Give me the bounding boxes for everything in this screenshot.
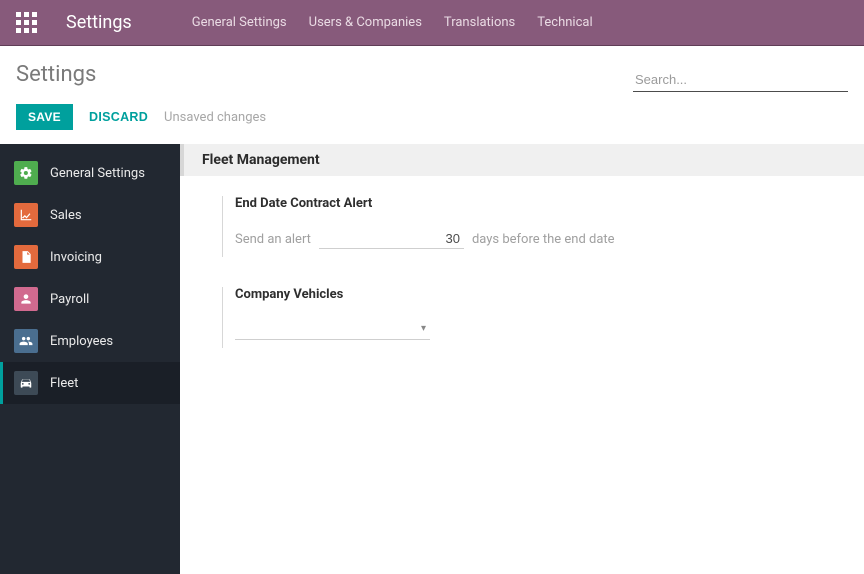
sidebar-item-label: General Settings <box>50 166 145 181</box>
alert-prefix-text: Send an alert <box>235 232 311 247</box>
title-bar: Settings <box>0 46 864 100</box>
invoice-icon <box>14 245 38 269</box>
alert-suffix-text: days before the end date <box>472 232 615 247</box>
sidebar-item-label: Payroll <box>50 292 89 307</box>
discard-button[interactable]: DISCARD <box>89 110 148 124</box>
sidebar-item-label: Sales <box>50 208 82 223</box>
alert-days-input[interactable] <box>319 229 464 249</box>
sidebar-item-general-settings[interactable]: General Settings <box>0 152 180 194</box>
company-vehicles-select[interactable] <box>235 320 430 340</box>
nav-links: General Settings Users & Companies Trans… <box>192 15 593 30</box>
save-button[interactable]: SAVE <box>16 104 73 130</box>
sidebar-item-fleet[interactable]: Fleet <box>0 362 180 404</box>
sidebar: General Settings Sales Invoicing Payroll… <box>0 144 180 574</box>
top-navbar: Settings General Settings Users & Compan… <box>0 0 864 46</box>
employees-icon <box>14 329 38 353</box>
gear-icon <box>14 161 38 185</box>
setting-label: Company Vehicles <box>235 287 642 302</box>
car-icon <box>14 371 38 395</box>
app-name[interactable]: Settings <box>66 12 132 33</box>
chart-line-icon <box>14 203 38 227</box>
sidebar-item-label: Fleet <box>50 376 78 391</box>
nav-technical[interactable]: Technical <box>537 15 592 30</box>
nav-translations[interactable]: Translations <box>444 15 515 30</box>
main-panel: Fleet Management End Date Contract Alert… <box>180 144 864 574</box>
setting-company-vehicles: Company Vehicles ▾ <box>222 287 642 348</box>
page-title: Settings <box>16 62 96 87</box>
payroll-icon <box>14 287 38 311</box>
nav-general-settings[interactable]: General Settings <box>192 15 287 30</box>
sidebar-item-payroll[interactable]: Payroll <box>0 278 180 320</box>
search-input[interactable] <box>633 68 848 92</box>
setting-end-date-contract-alert: End Date Contract Alert Send an alert da… <box>222 196 642 257</box>
setting-line: Send an alert days before the end date <box>235 229 642 249</box>
sidebar-item-sales[interactable]: Sales <box>0 194 180 236</box>
search-container <box>633 62 848 92</box>
unsaved-changes-label: Unsaved changes <box>164 110 266 125</box>
sidebar-item-label: Employees <box>50 334 113 349</box>
settings-block: End Date Contract Alert Send an alert da… <box>180 176 864 390</box>
sidebar-item-invoicing[interactable]: Invoicing <box>0 236 180 278</box>
nav-users-companies[interactable]: Users & Companies <box>309 15 422 30</box>
section-header: Fleet Management <box>180 144 864 176</box>
content-area: General Settings Sales Invoicing Payroll… <box>0 144 864 574</box>
sidebar-item-label: Invoicing <box>50 250 102 265</box>
apps-icon[interactable] <box>16 12 38 34</box>
sidebar-item-employees[interactable]: Employees <box>0 320 180 362</box>
company-vehicles-select-wrap: ▾ <box>235 320 430 340</box>
action-bar: SAVE DISCARD Unsaved changes <box>0 100 864 144</box>
setting-label: End Date Contract Alert <box>235 196 642 211</box>
